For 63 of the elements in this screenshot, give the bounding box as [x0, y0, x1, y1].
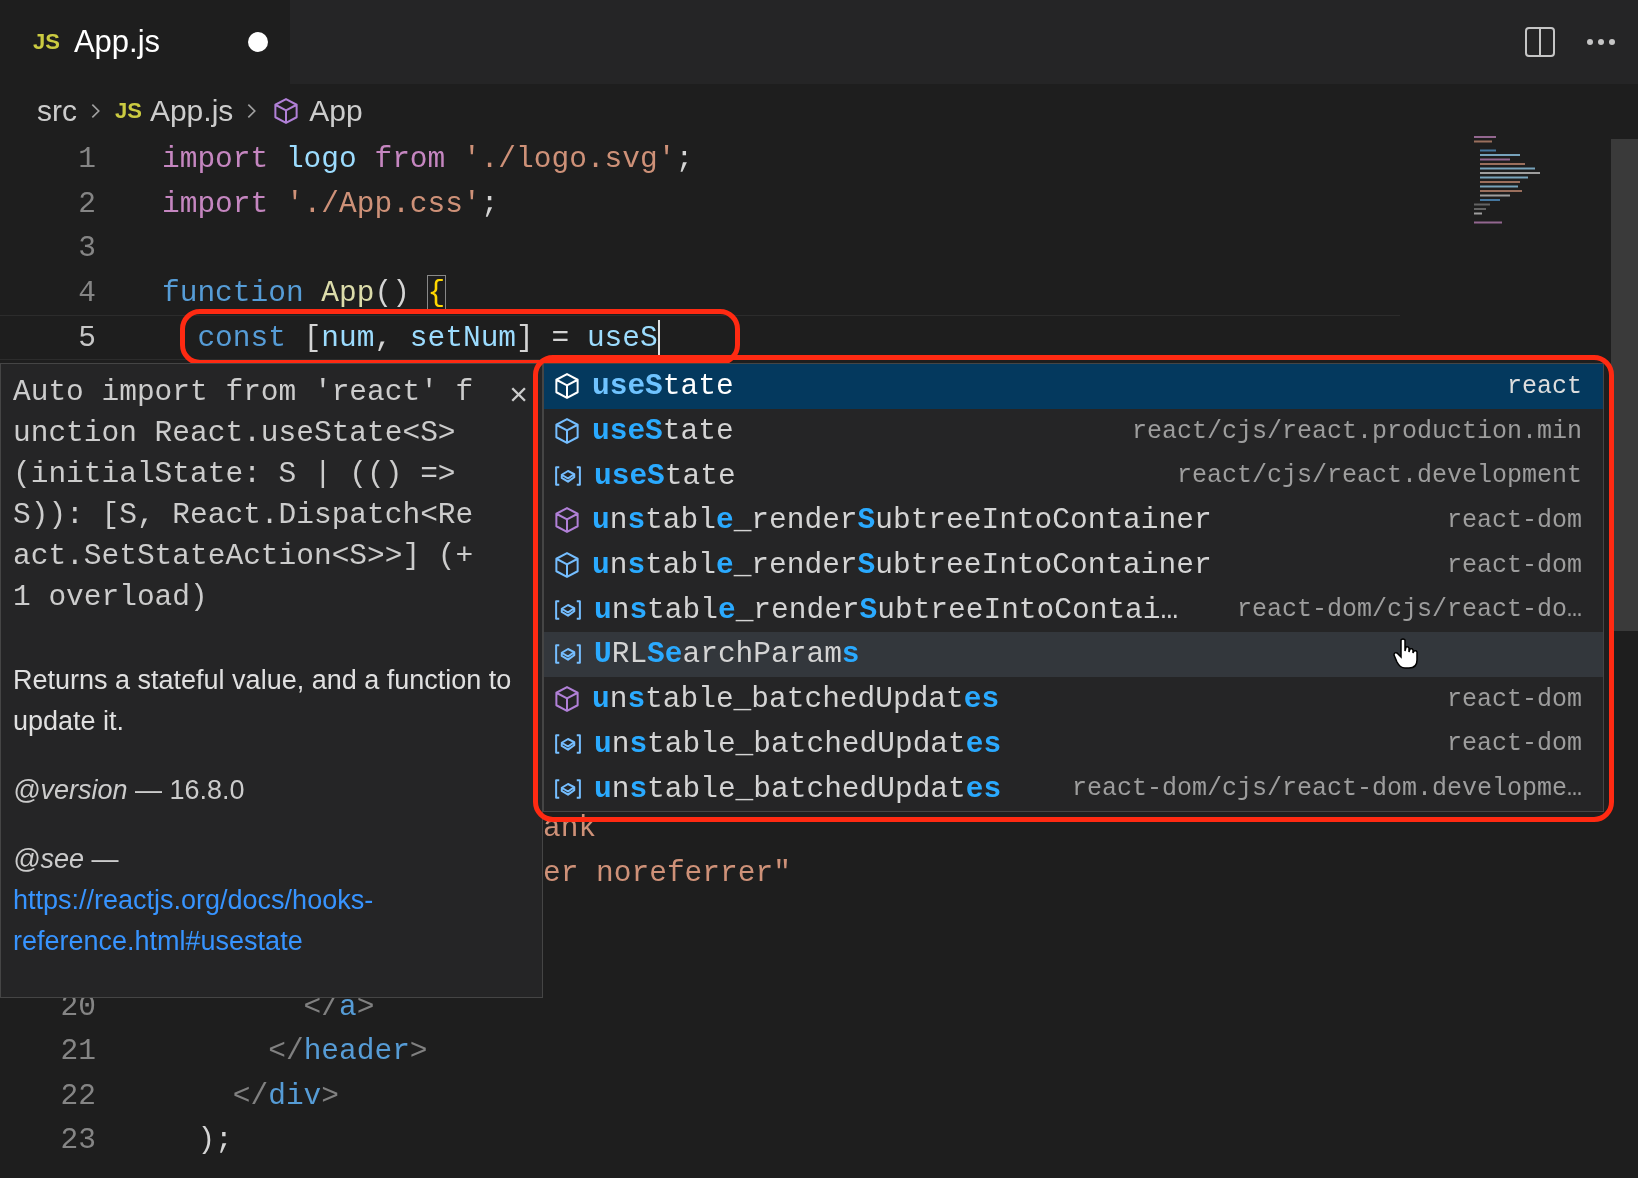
code-token: function: [162, 276, 305, 311]
code-token: setNum: [409, 320, 517, 355]
code-token: </: [231, 1078, 269, 1113]
more-icon[interactable]: [1586, 38, 1616, 46]
breadcrumb-item[interactable]: App.js: [149, 93, 234, 128]
code-token: './logo.svg': [462, 142, 676, 177]
line-number: 2: [77, 186, 96, 221]
close-button[interactable]: ×: [509, 378, 528, 410]
suggestion-item[interactable]: unstable_batchedUpdates react-dom: [544, 676, 1603, 722]
code-token: ;: [675, 142, 694, 177]
code-token: );: [196, 1123, 233, 1158]
code-token: >: [356, 989, 375, 1024]
code-token: App: [321, 276, 375, 311]
code-token: er noreferrer": [543, 855, 791, 890]
hand-cursor-icon: [1393, 638, 1419, 670]
suggestion-item[interactable]: unstable_renderSubtreeIntoContai… react-dom/cjs/react-do…: [544, 587, 1603, 633]
code-token: const: [196, 320, 287, 355]
suggestion-item[interactable]: unstable_renderSubtreeIntoContainer react-dom: [544, 498, 1603, 543]
line-number: 22: [59, 1078, 96, 1113]
breadcrumb-item[interactable]: src: [37, 93, 77, 128]
suggestion-item[interactable]: unstable_renderSubtreeIntoContainer react-dom: [544, 542, 1603, 588]
code-token: div: [268, 1078, 322, 1113]
version-text: @version — 16.8.0: [13, 774, 246, 807]
code-token: './App.css': [285, 186, 481, 221]
code-token: {: [427, 276, 446, 311]
docs-link[interactable]: https://reactjs.org/docs/hooks-reference.html#usestate: [13, 880, 530, 962]
code-token: [: [303, 320, 322, 355]
code-token: </: [267, 1034, 304, 1069]
suggestion-item[interactable]: useState react/cjs/react.production.min: [544, 408, 1603, 454]
suggestion-item[interactable]: unstable_batchedUpdates react-dom/cjs/react-dom.developme…: [544, 766, 1603, 811]
line-number: 4: [77, 276, 96, 311]
suggestion-item[interactable]: unstable_batchedUpdates react-dom: [544, 721, 1603, 767]
code-token: import: [162, 186, 270, 221]
file-type-label: JS: [115, 97, 142, 124]
split-editor-icon[interactable]: [1524, 26, 1556, 58]
line-number: 5: [77, 320, 96, 355]
signature-text: Auto import from 'react' f unction React.useState<S> (initialState: S | (() => S)): [S, React.Dispatch<Re act.SetStateAction<S>>] (+ 1 overload): [13, 374, 474, 616]
code-token: >: [321, 1078, 340, 1113]
code-token: ] =: [516, 320, 571, 355]
code-token: ;: [480, 186, 499, 221]
code-token: from: [374, 142, 447, 177]
scrollbar-thumb[interactable]: [1611, 139, 1638, 631]
code-token: ,: [374, 320, 394, 355]
code-token: logo: [285, 142, 358, 177]
line-number: 1: [77, 142, 96, 177]
line-number: 21: [59, 1034, 96, 1069]
editor-tab[interactable]: JS App.js: [0, 0, 290, 84]
see-label: @see —: [13, 843, 120, 876]
description-text: Returns a stateful value, and a function to update it.: [13, 664, 513, 738]
suggestion-item[interactable]: useState react: [544, 364, 1603, 409]
code-token: a: [339, 989, 357, 1024]
code-token: useS: [586, 320, 658, 355]
code-token: num: [321, 320, 375, 355]
suggestion-item[interactable]: useState react/cjs/react.development: [544, 453, 1603, 499]
line-number: 3: [77, 231, 96, 266]
code-token: (): [374, 276, 411, 311]
code-token: import: [162, 142, 270, 177]
line-number: 23: [59, 1123, 96, 1158]
code-token: >: [409, 1034, 428, 1069]
text-cursor: [657, 319, 660, 356]
suggestion-item[interactable]: URLSearchParams: [544, 632, 1603, 677]
code-token: header: [303, 1034, 410, 1069]
breadcrumb-item[interactable]: App: [309, 93, 363, 128]
